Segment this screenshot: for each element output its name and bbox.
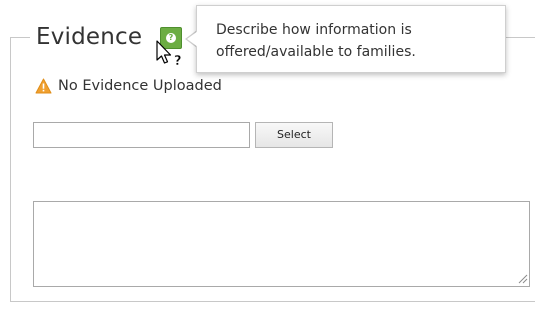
svg-text:?: ? xyxy=(174,54,182,69)
fieldset-border-top-right xyxy=(505,37,535,38)
no-evidence-status: No Evidence Uploaded xyxy=(35,76,222,96)
fieldset-border-left xyxy=(10,37,11,302)
tooltip-text: Describe how information is offered/avai… xyxy=(216,22,416,60)
select-file-button[interactable]: Select xyxy=(255,122,333,148)
warning-icon xyxy=(35,78,52,94)
fieldset-border-top-left xyxy=(10,37,30,38)
fieldset-border-bottom xyxy=(10,301,535,302)
resize-grip-icon[interactable] xyxy=(518,274,528,284)
help-tooltip: Describe how information is offered/avai… xyxy=(196,5,506,73)
help-cursor-icon: ? xyxy=(156,40,182,69)
evidence-comment-textarea[interactable] xyxy=(33,201,530,287)
file-path-input[interactable] xyxy=(33,122,250,148)
status-text: No Evidence Uploaded xyxy=(58,78,222,94)
section-legend: Evidence xyxy=(36,24,143,50)
evidence-panel: Evidence ? Describe how information is o… xyxy=(0,0,537,324)
